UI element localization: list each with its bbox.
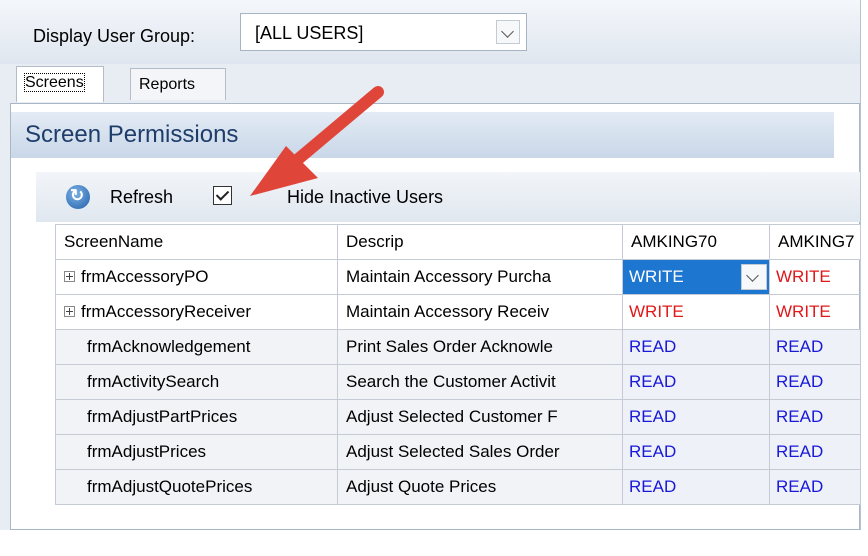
grid-toolbar: Refresh Hide Inactive Users — [36, 172, 860, 222]
column-header-user-2[interactable]: AMKING7 — [769, 224, 861, 260]
permission-cell[interactable]: READ — [622, 434, 770, 470]
screen-name-cell: frmAdjustPrices — [55, 434, 338, 470]
screen-name: frmAdjustPartPrices — [87, 407, 238, 426]
column-header-screenname[interactable]: ScreenName — [55, 224, 338, 260]
permission-dropdown-button[interactable] — [741, 264, 767, 290]
screen-name-cell: frmAccessoryReceiver — [55, 294, 338, 330]
table-row[interactable]: frmAccessoryPO Maintain Accessory Purcha… — [55, 259, 861, 295]
description-cell: Adjust Selected Customer F — [337, 399, 623, 435]
description-cell: Search the Customer Activit — [337, 364, 623, 400]
description-cell: Print Sales Order Acknowle — [337, 329, 623, 365]
user-group-dropdown-button[interactable] — [496, 20, 520, 44]
hide-inactive-label: Hide Inactive Users — [287, 187, 444, 207]
description-cell: Maintain Accessory Purcha — [337, 259, 623, 295]
permissions-grid: ScreenName Descrip AMKING70 AMKING7 frmA… — [55, 224, 861, 505]
user-group-label: Display User Group: — [33, 26, 196, 46]
screen-name: frmActivitySearch — [87, 372, 220, 391]
refresh-icon[interactable] — [66, 185, 90, 209]
chevron-down-icon — [746, 269, 759, 282]
table-row[interactable]: frmAdjustPrices Adjust Selected Sales Or… — [55, 434, 861, 470]
permission-cell[interactable]: WRITE — [769, 294, 861, 330]
table-row[interactable]: frmActivitySearch Search the Customer Ac… — [55, 364, 861, 400]
screen-name-cell: frmAccessoryPO — [55, 259, 338, 295]
tab-reports[interactable]: Reports — [130, 68, 226, 100]
permission-cell[interactable]: WRITE — [769, 259, 861, 295]
column-header-descrip[interactable]: Descrip — [337, 224, 623, 260]
description-cell: Maintain Accessory Receiv — [337, 294, 623, 330]
permission-value: WRITE — [629, 267, 684, 286]
table-row[interactable]: frmAcknowledgement Print Sales Order Ack… — [55, 329, 861, 365]
screen-name-cell: frmAdjustPartPrices — [55, 399, 338, 435]
screen-name: frmAdjustPrices — [87, 442, 207, 461]
tab-screens-label: Screens — [24, 73, 85, 92]
table-row[interactable]: frmAdjustQuotePrices Adjust Quote Prices… — [55, 469, 861, 505]
permission-cell[interactable]: READ — [769, 329, 861, 365]
description-cell: Adjust Quote Prices — [337, 469, 623, 505]
user-group-value: [ALL USERS] — [255, 23, 364, 43]
screen-name: frmAccessoryReceiver — [81, 302, 252, 321]
table-row[interactable]: frmAccessoryReceiver Maintain Accessory … — [55, 294, 861, 330]
tab-reports-label: Reports — [139, 76, 196, 93]
screen-name-cell: frmAdjustQuotePrices — [55, 469, 338, 505]
expand-icon[interactable] — [64, 306, 75, 317]
window-frame: Display User Group: [ALL USERS] Screens … — [0, 0, 861, 530]
top-bar: Display User Group: [ALL USERS] — [0, 0, 860, 64]
user-group-select[interactable]: [ALL USERS] — [240, 13, 527, 51]
tab-screens[interactable]: Screens — [16, 66, 104, 102]
permission-dropdown[interactable]: WRITE — [622, 259, 770, 295]
table-row[interactable]: frmAdjustPartPrices Adjust Selected Cust… — [55, 399, 861, 435]
permission-cell[interactable]: READ — [622, 329, 770, 365]
permission-cell[interactable]: READ — [769, 399, 861, 435]
grid-header-row: ScreenName Descrip AMKING70 AMKING7 — [55, 224, 861, 260]
screen-name-cell: frmActivitySearch — [55, 364, 338, 400]
chevron-down-icon — [501, 25, 514, 38]
permission-cell[interactable]: READ — [769, 364, 861, 400]
description-cell: Adjust Selected Sales Order — [337, 434, 623, 470]
permission-cell[interactable]: READ — [622, 469, 770, 505]
refresh-button[interactable]: Refresh — [110, 187, 173, 208]
screen-name: frmAcknowledgement — [87, 337, 251, 356]
panel-title: Screen Permissions — [25, 121, 239, 148]
permission-cell[interactable]: READ — [769, 469, 861, 505]
panel-title-bar: Screen Permissions — [11, 112, 834, 158]
permission-cell[interactable]: READ — [622, 399, 770, 435]
expand-icon[interactable] — [64, 271, 75, 282]
screen-name: frmAccessoryPO — [81, 267, 209, 286]
hide-inactive-checkbox[interactable] — [213, 186, 232, 205]
screen-name-cell: frmAcknowledgement — [55, 329, 338, 365]
permission-cell[interactable]: READ — [622, 364, 770, 400]
permission-cell[interactable]: WRITE — [622, 294, 770, 330]
screen-name: frmAdjustQuotePrices — [87, 477, 253, 496]
column-header-user-1[interactable]: AMKING70 — [622, 224, 770, 260]
permission-cell[interactable]: READ — [769, 434, 861, 470]
